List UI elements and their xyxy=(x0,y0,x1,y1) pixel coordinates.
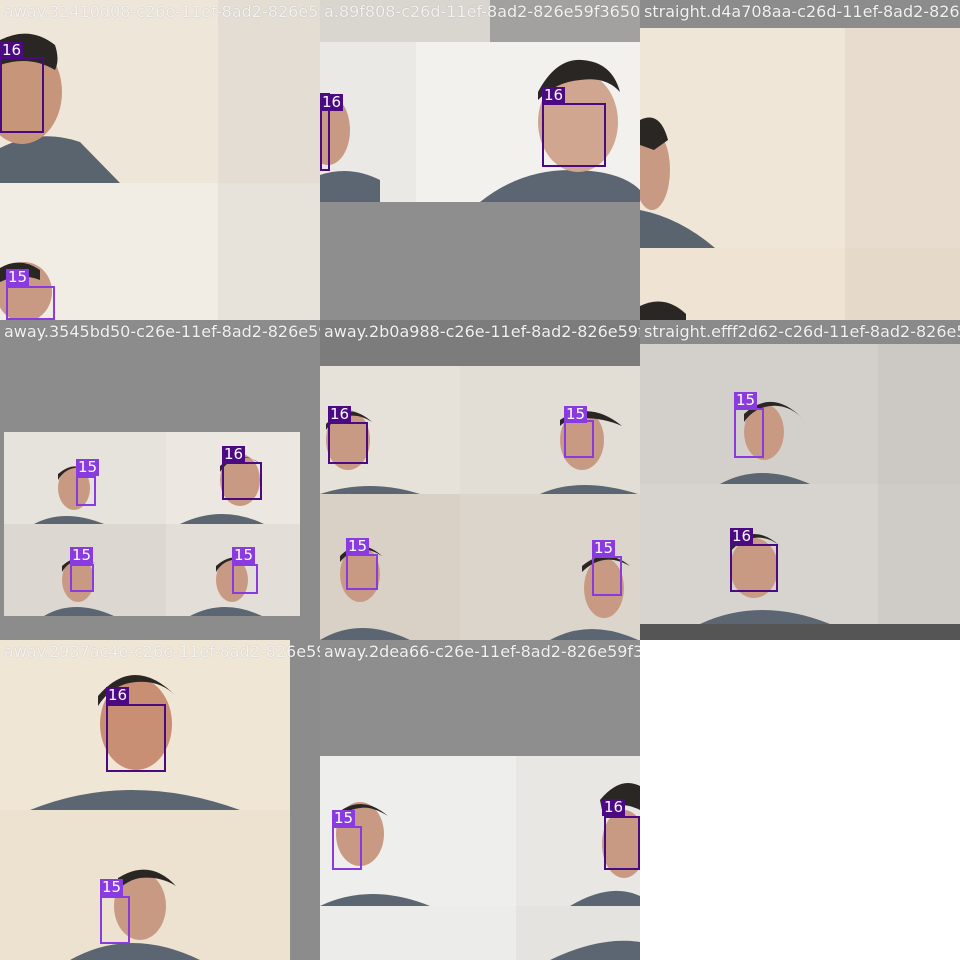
detection-label-16: 16 xyxy=(222,445,246,463)
detection-box-16[interactable] xyxy=(0,57,44,133)
mosaic-tile-7[interactable]: 16 15 away.2937ac4e-c26e-11ef-8ad2-826e5… xyxy=(0,640,320,960)
detection-box-16[interactable] xyxy=(106,704,166,772)
detection-box-16[interactable] xyxy=(730,544,778,592)
detection-box-15[interactable] xyxy=(346,554,378,590)
tile-caption: straight.d4a708aa-c26d-11ef-8ad2-826e59f… xyxy=(644,2,960,21)
detection-label-16: 16 xyxy=(328,405,352,423)
detection-box-15[interactable] xyxy=(6,286,55,320)
detection-label-15: 15 xyxy=(592,539,616,557)
person-image xyxy=(320,410,638,640)
person-image xyxy=(700,401,830,624)
detection-label-16: 16 xyxy=(0,41,24,59)
person-image xyxy=(640,117,715,248)
detection-box-15[interactable] xyxy=(592,556,622,596)
detection-box-15[interactable] xyxy=(734,408,764,458)
wall-background xyxy=(218,0,320,183)
person-image xyxy=(30,675,240,960)
tile-caption: a.89f808-c26d-11ef-8ad2-826e59f3650 xyxy=(324,2,640,21)
detection-label-15: 15 xyxy=(734,391,758,409)
detection-label-15: 15 xyxy=(346,537,370,555)
detection-box-15[interactable] xyxy=(232,564,258,594)
person-image xyxy=(320,783,640,960)
person-image xyxy=(640,301,686,320)
wall-background xyxy=(218,183,320,320)
detection-box-15[interactable] xyxy=(100,896,130,944)
mosaic-tile-4[interactable]: 15 16 15 15 away.3545bd50-c26e-11ef-8ad2… xyxy=(0,320,320,640)
mosaic-tile-3[interactable]: straight.d4a708aa-c26d-11ef-8ad2-826e59f… xyxy=(640,0,960,320)
person-image xyxy=(320,0,640,202)
detection-label-15: 15 xyxy=(76,458,100,476)
detection-label-16: 16 xyxy=(730,527,754,545)
padding-area xyxy=(290,640,320,960)
detection-box-15[interactable] xyxy=(70,564,94,592)
tile-caption: straight.efff2d62-c26d-11ef-8ad2-826e59f… xyxy=(644,322,960,341)
detection-box-15[interactable] xyxy=(332,826,362,870)
wall-background xyxy=(845,28,960,248)
detection-label-15: 15 xyxy=(6,268,30,286)
detection-box-15[interactable] xyxy=(564,420,594,458)
tile-caption: away.32410d08-c26e-11ef-8ad2-826e59f3650 xyxy=(4,2,320,21)
mosaic-tile-1[interactable]: 16 15 away.32410d08-c26e-11ef-8ad2-826e5… xyxy=(0,0,320,320)
detection-label-16: 16 xyxy=(602,798,626,816)
wall-background xyxy=(845,248,960,320)
detection-box-16[interactable] xyxy=(328,422,368,464)
padding-area xyxy=(640,624,960,640)
detection-box-15[interactable] xyxy=(76,476,96,506)
detection-box-16[interactable] xyxy=(604,816,640,870)
tile-caption: away.2937ac4e-c26e-11ef-8ad2-826e59f3650 xyxy=(4,642,320,661)
detection-label-15: 15 xyxy=(564,405,588,423)
mosaic-tile-2[interactable]: 16 16 a.89f808-c26d-11ef-8ad2-826e59f365… xyxy=(320,0,640,320)
mosaic-tile-5[interactable]: 16 15 15 15 away.2b0a988-c26e-11ef-8ad2-… xyxy=(320,320,640,640)
padding-area xyxy=(320,202,640,320)
detection-label-15: 15 xyxy=(332,809,356,827)
detection-label-15: 15 xyxy=(70,546,94,564)
detection-label-16: 16 xyxy=(320,93,344,111)
detection-label-16: 16 xyxy=(106,686,130,704)
tile-caption: away.3545bd50-c26e-11ef-8ad2-826e59f3650 xyxy=(4,322,320,341)
mosaic-tile-8[interactable]: 15 16 away.2dea66-c26e-11ef-8ad2-826e59f… xyxy=(320,640,640,960)
detection-label-15: 15 xyxy=(232,546,256,564)
detection-box-16[interactable] xyxy=(222,462,262,500)
tile-caption: away.2dea66-c26e-11ef-8ad2-826e59f3650 xyxy=(324,642,640,661)
tile-caption: away.2b0a988-c26e-11ef-8ad2-826e59f3650 xyxy=(324,322,640,341)
mosaic-tile-6[interactable]: 15 16 straight.efff2d62-c26d-11ef-8ad2-8… xyxy=(640,320,960,640)
detection-box-16[interactable] xyxy=(542,103,606,167)
detection-label-15: 15 xyxy=(100,878,124,896)
detection-label-16: 16 xyxy=(542,86,566,104)
